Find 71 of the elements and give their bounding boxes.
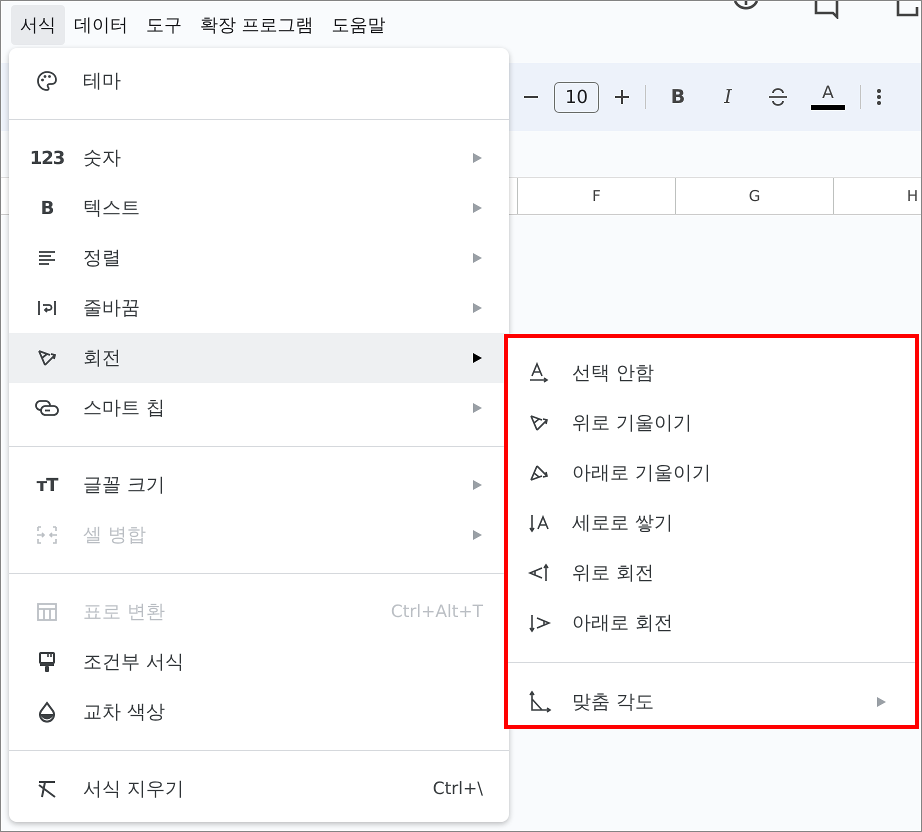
menu-item[interactable]: 스마트 칩 <box>9 383 509 433</box>
menu-item[interactable]: 정렬 <box>9 233 509 283</box>
submenu-arrow-icon <box>471 202 483 214</box>
submenu-arrow-icon <box>471 529 483 541</box>
menu-item-label: 아래로 기울이기 <box>572 461 712 486</box>
italic-button[interactable]: I <box>710 79 746 115</box>
table-icon <box>35 600 59 624</box>
more-icon[interactable] <box>875 87 883 107</box>
menu-item[interactable]: 아래로 기울이기 <box>508 448 915 498</box>
format-icon: тT <box>36 474 58 496</box>
submenu-arrow-icon <box>471 479 483 491</box>
menu-item-label: 텍스트 <box>83 196 141 221</box>
font-size-field[interactable]: 10 <box>554 82 599 112</box>
menu-item-label: 정렬 <box>83 246 122 271</box>
column-header[interactable]: H <box>833 178 921 214</box>
menu-item[interactable]: 교차 색상 <box>9 687 509 737</box>
menu-item-label: 셀 병합 <box>83 523 148 548</box>
strikethrough-icon <box>767 87 789 107</box>
menu-bar-item[interactable]: 도구 <box>137 5 191 45</box>
menu-item-label: 글꼴 크기 <box>83 473 166 498</box>
menu-bar-item[interactable]: 서식 <box>11 5 65 45</box>
menu-item[interactable]: тT 글꼴 크기 <box>9 460 509 510</box>
merge-cells-icon <box>35 523 59 547</box>
menu-item-label: 세로로 쌓기 <box>572 511 674 536</box>
menu-item-label: 테마 <box>83 69 122 94</box>
menu-item[interactable]: 테마 <box>9 56 509 106</box>
menu-item-label: 위로 회전 <box>572 561 656 586</box>
menu-item-label: 숫자 <box>83 146 122 171</box>
shortcut-text: Ctrl+\ <box>432 779 483 799</box>
submenu-arrow-icon <box>471 402 483 414</box>
submenu-arrow-icon <box>875 696 887 708</box>
format-icon: B <box>40 198 54 218</box>
menu-item[interactable]: 조건부 서식 <box>9 637 509 687</box>
menu-item[interactable]: 서식 지우기 Ctrl+\ <box>9 764 509 814</box>
menu-item-label: 줄바꿈 <box>83 296 141 321</box>
menu-item-label: 선택 안함 <box>572 361 656 386</box>
column-header[interactable]: F <box>517 178 675 214</box>
submenu-arrow-icon <box>471 152 483 164</box>
menu-item[interactable]: 위로 회전 <box>508 548 915 598</box>
menu-bar-item[interactable]: 데이터 <box>65 5 137 45</box>
bold-button[interactable]: B <box>660 79 696 115</box>
menu-item[interactable]: B 텍스트 <box>9 183 509 233</box>
menu-item[interactable]: 123 숫자 <box>9 133 509 183</box>
submenu-arrow-icon <box>471 302 483 314</box>
menu-item-label: 아래로 회전 <box>572 611 674 636</box>
menu-item[interactable]: 아래로 회전 <box>508 598 915 648</box>
menu-item[interactable]: 세로로 쌓기 <box>508 498 915 548</box>
submenu-arrow-icon <box>471 252 483 264</box>
menu-item-label: 교차 색상 <box>83 700 166 725</box>
menu-item-label: 표로 변환 <box>83 600 166 625</box>
menu-bar-item[interactable]: 확장 프로그램 <box>191 5 323 45</box>
menu-item-label: 스마트 칩 <box>83 396 166 421</box>
menu-bar-item[interactable]: 도움말 <box>322 5 395 45</box>
menu-item-label: 맞춤 각도 <box>572 690 656 715</box>
plus-icon[interactable] <box>613 88 631 106</box>
menu-item-label: 회전 <box>83 346 122 371</box>
format-icon: 123 <box>30 148 64 168</box>
window-icon[interactable] <box>895 1 921 19</box>
menu-item-label: 서식 지우기 <box>83 777 186 802</box>
column-header[interactable]: G <box>675 178 833 214</box>
palette-icon <box>35 69 59 93</box>
menu-item-label: 위로 기울이기 <box>572 411 694 436</box>
shortcut-text: Ctrl+Alt+T <box>390 602 483 622</box>
menu-item[interactable]: 줄바꿈 <box>9 283 509 333</box>
menu-item[interactable]: 위로 기울이기 <box>508 398 915 448</box>
menu-item[interactable]: 회전 <box>9 333 509 383</box>
menu-item[interactable]: 선택 안함 <box>508 348 915 398</box>
submenu-arrow-icon <box>471 352 483 364</box>
menu-item[interactable]: 맞춤 각도 <box>508 677 915 727</box>
text-color-button[interactable]: A <box>810 79 846 115</box>
menu-item-label: 조건부 서식 <box>83 650 186 675</box>
